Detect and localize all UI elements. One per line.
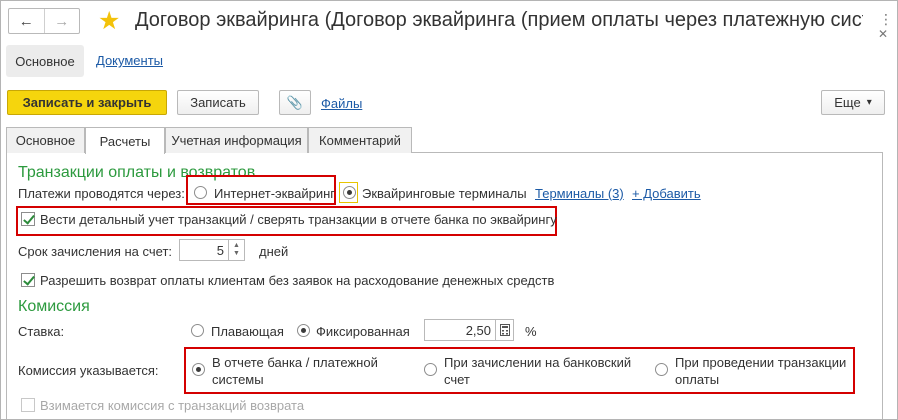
tab-accounting-info[interactable]: Учетная информация bbox=[165, 127, 308, 153]
commission-indicated-label: Комиссия указывается: bbox=[18, 363, 159, 378]
more-button-label: Еще bbox=[834, 95, 861, 110]
bank-account-label-line1[interactable]: При зачислении на банковский bbox=[444, 355, 631, 370]
rate-label: Ставка: bbox=[18, 324, 65, 339]
tab-main[interactable]: Основное bbox=[6, 127, 85, 153]
radio-transaction[interactable] bbox=[655, 363, 668, 376]
refund-commission-label[interactable]: Взимается комиссия с транзакций возврата bbox=[40, 398, 304, 413]
floating-rate-label[interactable]: Плавающая bbox=[211, 324, 284, 339]
bank-report-label-line1[interactable]: В отчете банка / платежной bbox=[212, 355, 378, 370]
rate-input[interactable]: 2,50 bbox=[424, 319, 496, 341]
detailed-accounting-label[interactable]: Вести детальный учет транзакций / сверят… bbox=[40, 212, 557, 227]
stepper-down-icon[interactable]: ▼ bbox=[233, 250, 240, 258]
window-title: Договор эквайринга (Договор эквайринга (… bbox=[135, 9, 863, 31]
transaction-label-line2[interactable]: оплаты bbox=[675, 372, 719, 387]
more-button[interactable]: Еще ▾ bbox=[821, 90, 885, 115]
bank-report-label-line2[interactable]: системы bbox=[212, 372, 264, 387]
section-tab-documents[interactable]: Документы bbox=[96, 53, 163, 68]
refund-commission-checkbox[interactable] bbox=[21, 398, 35, 412]
bank-account-label-line2[interactable]: счет bbox=[444, 372, 470, 387]
forward-icon[interactable]: → bbox=[43, 9, 80, 33]
fixed-rate-label[interactable]: Фиксированная bbox=[316, 324, 410, 339]
tab-comment[interactable]: Комментарий bbox=[308, 127, 412, 153]
transaction-label-line1[interactable]: При проведении транзакции bbox=[675, 355, 846, 370]
more-options-icon[interactable]: ⋮ bbox=[879, 12, 893, 26]
section-tab-main[interactable]: Основное bbox=[6, 45, 84, 77]
radio-bank-account[interactable] bbox=[424, 363, 437, 376]
chevron-down-icon: ▾ bbox=[866, 97, 872, 108]
acquiring-contract-window: ← → ★ Договор эквайринга (Договор эквайр… bbox=[0, 0, 898, 420]
allow-refund-label[interactable]: Разрешить возврат оплаты клиентам без за… bbox=[40, 273, 554, 288]
acquiring-terminals-label[interactable]: Эквайринговые терминалы bbox=[362, 186, 527, 201]
save-and-close-button[interactable]: Записать и закрыть bbox=[7, 90, 167, 115]
term-unit-label: дней bbox=[259, 244, 289, 259]
radio-fixed-rate[interactable] bbox=[297, 324, 310, 337]
title-bar: ← → ★ Договор эквайринга (Договор эквайр… bbox=[1, 1, 897, 41]
commission-group-title: Комиссия bbox=[18, 298, 90, 315]
detailed-accounting-checkbox[interactable] bbox=[21, 212, 35, 226]
save-button[interactable]: Записать bbox=[177, 90, 259, 115]
rate-unit-label: % bbox=[525, 324, 537, 339]
calculator-icon[interactable] bbox=[496, 319, 514, 341]
files-link[interactable]: Файлы bbox=[321, 96, 362, 111]
add-terminal-link[interactable]: + Добавить bbox=[632, 186, 701, 201]
attach-icon[interactable]: 📎 bbox=[279, 90, 311, 115]
nav-buttons: ← → bbox=[8, 8, 80, 34]
payments-through-label: Платежи проводятся через: bbox=[18, 186, 185, 201]
term-days-input[interactable]: 5 bbox=[179, 239, 229, 261]
radio-bank-report[interactable] bbox=[192, 363, 205, 376]
radio-acquiring-terminals[interactable] bbox=[343, 186, 356, 199]
stepper-up-icon[interactable]: ▲ bbox=[233, 242, 240, 250]
back-icon[interactable]: ← bbox=[9, 9, 44, 33]
internet-acquiring-label[interactable]: Интернет-эквайринг bbox=[214, 186, 335, 201]
star-icon[interactable]: ★ bbox=[98, 8, 120, 34]
tab-settlements[interactable]: Расчеты bbox=[85, 127, 165, 154]
allow-refund-checkbox[interactable] bbox=[21, 273, 35, 287]
radio-floating-rate[interactable] bbox=[191, 324, 204, 337]
terminals-link[interactable]: Терминалы (3) bbox=[535, 186, 624, 201]
term-label: Срок зачисления на счет: bbox=[18, 244, 173, 259]
term-stepper[interactable]: ▲ ▼ bbox=[229, 239, 245, 261]
close-icon[interactable]: ✕ bbox=[878, 27, 888, 41]
radio-internet-acquiring[interactable] bbox=[194, 186, 207, 199]
